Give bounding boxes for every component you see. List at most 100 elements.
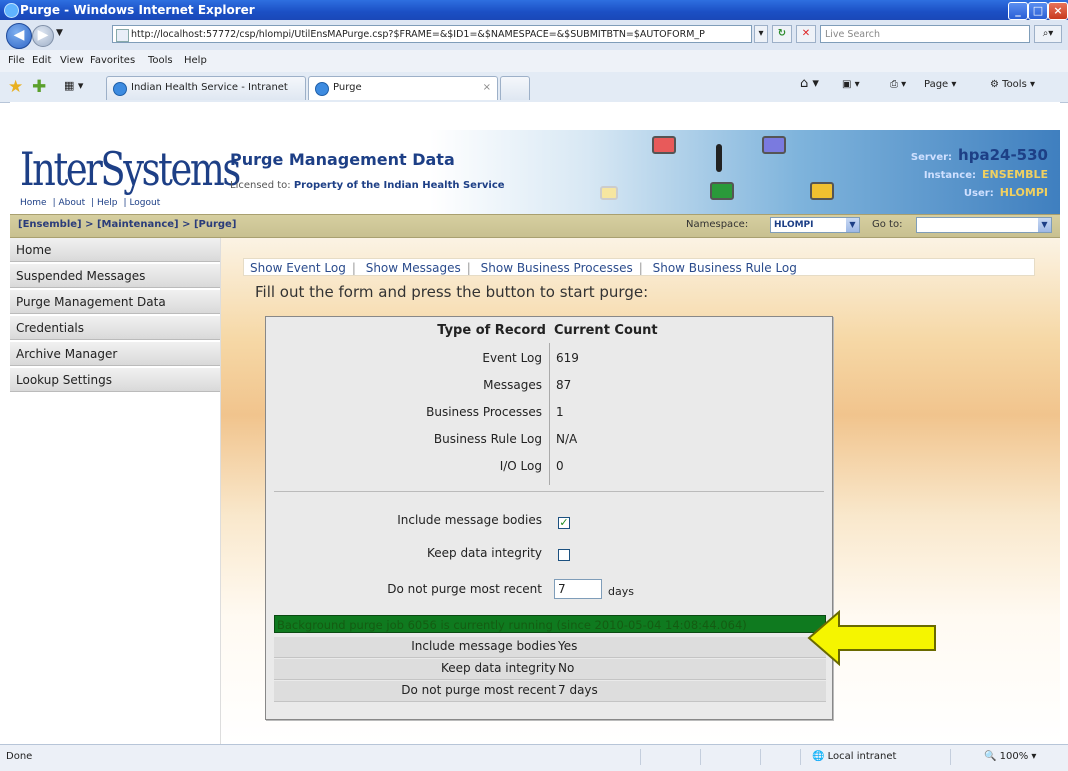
monitor-icon <box>600 186 618 200</box>
sidebar-item-archive-manager[interactable]: Archive Manager <box>10 342 220 366</box>
ie-icon <box>4 3 19 18</box>
count-io-log: 0 <box>556 459 564 473</box>
add-favorite-icon[interactable]: ✚ <box>32 77 46 97</box>
quick-tabs-icon[interactable]: ▦ ▾ <box>64 79 83 92</box>
instance-label: Instance: <box>923 170 976 181</box>
show-business-rule-log-link[interactable]: Show Business Rule Log <box>653 261 797 275</box>
tab-purge[interactable]: Purge × <box>308 76 498 100</box>
sidebar-item-suspended-messages[interactable]: Suspended Messages <box>10 264 220 288</box>
show-event-log-link[interactable]: Show Event Log <box>250 261 346 275</box>
user-label: User: <box>963 188 994 199</box>
goto-label: Go to: <box>872 219 903 230</box>
link-home[interactable]: Home <box>20 198 47 208</box>
status-row: Do not purge most recent 7 days <box>274 681 826 702</box>
close-window-button[interactable]: × <box>1048 2 1068 20</box>
chevron-down-icon[interactable]: ▼ <box>1038 218 1051 232</box>
keep-integrity-label: Keep data integrity <box>426 546 542 560</box>
tab-label: Indian Health Service - Intranet <box>131 82 288 93</box>
user-value: HLOMPI <box>999 186 1048 199</box>
favorites-star-icon[interactable]: ★ <box>8 77 23 97</box>
menu-view[interactable]: View <box>60 55 84 66</box>
new-tab-button[interactable] <box>500 76 530 100</box>
count-business-rule-log: N/A <box>556 432 578 446</box>
namespace-select[interactable]: HLOMPI ▼ <box>770 217 860 233</box>
breadcrumb-bar: [Ensemble] > [Maintenance] > [Purge] Nam… <box>10 214 1060 238</box>
menu-file[interactable]: File <box>8 55 25 66</box>
ie-tab-icon <box>113 82 127 96</box>
purge-form: Type of Record Current Count Event Log 6… <box>265 316 833 720</box>
search-input[interactable]: Live Search <box>820 25 1030 43</box>
close-tab-icon[interactable]: × <box>483 77 491 99</box>
back-button[interactable]: ◀ <box>6 23 32 49</box>
server-info: Server: hpa24-530 <box>911 146 1048 164</box>
include-bodies-checkbox[interactable]: ✓ <box>558 517 570 529</box>
page-title: Purge Management Data <box>230 150 455 169</box>
minimize-button[interactable]: _ <box>1008 2 1028 20</box>
sidebar-item-purge-management-data[interactable]: Purge Management Data <box>10 290 220 314</box>
menu-help[interactable]: Help <box>184 55 207 66</box>
forward-button[interactable]: ▶ <box>32 25 54 47</box>
days-label: days <box>608 585 634 598</box>
show-messages-link[interactable]: Show Messages <box>366 261 461 275</box>
url-text: http://localhost:57772/csp/hlompi/UtilEn… <box>131 29 705 40</box>
goto-select[interactable]: ▼ <box>916 217 1052 233</box>
maximize-button[interactable]: □ <box>1028 2 1048 20</box>
url-dropdown-icon[interactable]: ▾ <box>754 25 768 43</box>
namespace-label: Namespace: <box>686 219 749 230</box>
sidebar-item-home[interactable]: Home <box>10 238 220 262</box>
server-value: hpa24-530 <box>958 146 1048 164</box>
status-divider <box>800 749 801 765</box>
sidebar-item-lookup-settings[interactable]: Lookup Settings <box>10 368 220 392</box>
status-divider <box>760 749 761 765</box>
feeds-icon[interactable]: ▣ ▾ <box>842 79 860 90</box>
instance-info: Instance: ENSEMBLE <box>924 168 1048 181</box>
search-icon[interactable]: ⌕▾ <box>1034 25 1062 43</box>
status-row: Keep data integrity No <box>274 659 826 680</box>
column-divider <box>549 343 550 485</box>
breadcrumb[interactable]: [Ensemble] > [Maintenance] > [Purge] <box>18 219 236 230</box>
monitor-icon <box>652 136 676 154</box>
record-type-event-log: Event Log <box>482 351 542 365</box>
sidebar-item-credentials[interactable]: Credentials <box>10 316 220 340</box>
menu-tools[interactable]: Tools <box>148 55 173 66</box>
col-header-count: Current Count <box>554 323 658 338</box>
print-icon[interactable]: ⎙ ▾ <box>890 79 906 90</box>
address-toolbar: ◀ ▶ ▼ http://localhost:57772/csp/hlompi/… <box>0 20 1068 50</box>
page-icon <box>116 29 129 42</box>
url-field[interactable]: http://localhost:57772/csp/hlompi/UtilEn… <box>112 25 752 43</box>
window-titlebar: Purge - Windows Internet Explorer _ □ × <box>0 0 1068 20</box>
tab-indian-health-service[interactable]: Indian Health Service - Intranet <box>106 76 306 100</box>
recent-pages-icon[interactable]: ▼ <box>56 28 63 38</box>
col-header-type: Type of Record <box>437 323 546 338</box>
status-text: Done <box>6 751 33 762</box>
record-type-business-processes: Business Processes <box>426 405 542 419</box>
do-not-purge-label: Do not purge most recent <box>387 582 542 596</box>
link-help[interactable]: Help <box>97 198 118 208</box>
home-icon[interactable]: ⌂ ▾ <box>800 76 819 91</box>
monitor-icon <box>810 182 834 200</box>
stop-icon[interactable]: ✕ <box>796 25 816 43</box>
count-business-processes: 1 <box>556 405 564 419</box>
keep-integrity-checkbox[interactable] <box>558 549 570 561</box>
monitor-icon <box>762 136 786 154</box>
server-label: Server: <box>910 152 953 163</box>
status-include-bodies-label: Include message bodies <box>411 639 556 653</box>
days-input[interactable]: 7 <box>554 579 602 599</box>
show-business-processes-link[interactable]: Show Business Processes <box>481 261 633 275</box>
ie-tab-icon <box>315 82 329 96</box>
page-menu[interactable]: Page ▾ <box>924 79 956 90</box>
chevron-down-icon[interactable]: ▼ <box>846 218 859 232</box>
tools-menu[interactable]: ⚙ Tools ▾ <box>990 79 1035 90</box>
namespace-value: HLOMPI <box>774 220 814 230</box>
count-event-log: 619 <box>556 351 579 365</box>
tab-label: Purge <box>333 82 362 93</box>
zoom-control[interactable]: 🔍 100% ▾ <box>984 751 1036 762</box>
page-menu-label: Page <box>924 79 949 90</box>
link-about[interactable]: About <box>58 198 85 208</box>
intersystems-logo: InterSystems <box>20 142 241 196</box>
refresh-icon[interactable]: ↻ <box>772 25 792 43</box>
link-logout[interactable]: Logout <box>129 198 160 208</box>
menu-edit[interactable]: Edit <box>32 55 51 66</box>
status-bar: Done 🌐 Local intranet 🔍 100% ▾ <box>0 744 1068 771</box>
menu-favorites[interactable]: Favorites <box>90 55 135 66</box>
